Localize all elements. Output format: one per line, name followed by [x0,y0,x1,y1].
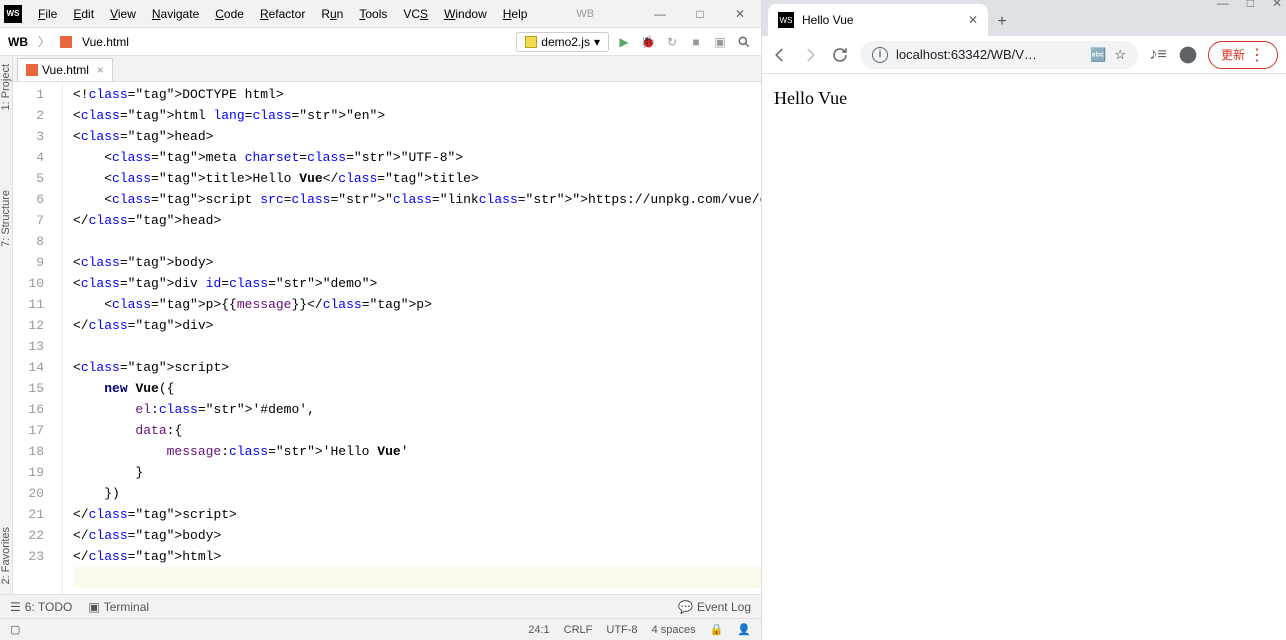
maximize-icon[interactable]: □ [1247,0,1254,10]
browser-window-controls: — □ ✕ [1217,0,1282,10]
status-position[interactable]: 24:1 [528,624,549,636]
new-tab-button[interactable]: + [988,8,1016,36]
status-eol[interactable]: CRLF [564,624,593,636]
site-info-icon[interactable]: i [872,47,888,63]
html-file-icon [26,64,38,76]
browser-tab-strip: — □ ✕ WS Hello Vue ✕ + [762,0,1286,36]
tool-todo[interactable]: ☰ 6: TODO [10,600,72,614]
address-bar[interactable]: i localhost:63342/WB/V… 🔤 ☆ [860,41,1138,69]
terminal-icon: ▣ [88,600,99,614]
browser-window: — □ ✕ WS Hello Vue ✕ + i localhost:63342… [762,0,1286,640]
update-button[interactable]: 更新 ⋮ [1208,41,1278,69]
inspector-icon[interactable]: 👤 [737,623,751,636]
todo-label: 6: TODO [25,600,73,614]
tool-project[interactable]: 1: Project [0,64,12,110]
favicon-icon: WS [778,12,794,28]
tab-close-icon[interactable]: ✕ [968,13,978,27]
close-icon[interactable]: ✕ [1272,0,1282,10]
editor-tabs: Vue.html × [13,56,761,82]
ide-main: 1: Project 7: Structure 2: Favorites Vue… [0,56,761,594]
menu-file[interactable]: File [30,3,65,25]
terminal-label: Terminal [104,600,149,614]
status-encoding[interactable]: UTF-8 [606,624,637,636]
tool-event-log[interactable]: 💬 Event Log [678,600,751,614]
browser-tab[interactable]: WS Hello Vue ✕ [768,4,988,36]
forward-icon[interactable] [800,45,820,65]
menu-navigate[interactable]: Navigate [144,3,207,25]
menu-edit[interactable]: Edit [65,3,102,25]
bottom-tool-bar: ☰ 6: TODO ▣ Terminal 💬 Event Log [0,594,761,618]
stop-icon[interactable]: ■ [687,33,705,51]
lock-icon[interactable]: 🔒 [710,623,724,636]
profile-icon[interactable] [1178,45,1198,65]
close-icon[interactable]: ✕ [723,3,757,25]
update-label: 更新 [1221,46,1245,63]
media-icon[interactable]: ♪≡ [1148,45,1168,65]
breadcrumb-root[interactable]: WB [8,35,28,49]
editor-area: Vue.html × 12345678910111213141516171819… [13,56,761,594]
menu-code[interactable]: Code [207,3,252,25]
breadcrumb-file[interactable]: Vue.html [82,35,129,49]
run-config-selector[interactable]: demo2.js ▾ [516,32,609,52]
titlebar-project: WB [576,8,594,20]
breadcrumb-sep-icon: 〉 [38,33,50,50]
tool-window-bar-left: 1: Project 7: Structure 2: Favorites [0,56,13,594]
code-content[interactable]: <!class="tag">DOCTYPE html><class="tag">… [63,82,761,594]
minimize-icon[interactable]: — [643,3,677,25]
search-icon[interactable] [735,33,753,51]
editor-tab-label: Vue.html [42,63,89,77]
window-controls: — □ ✕ [643,3,757,25]
tool-structure[interactable]: 7: Structure [0,190,12,247]
editor-tab-vue[interactable]: Vue.html × [17,58,113,81]
ide-window: WS File Edit View Navigate Code Refactor… [0,0,762,640]
event-log-icon: 💬 [678,600,693,614]
todo-icon: ☰ [10,600,21,614]
browser-toolbar: i localhost:63342/WB/V… 🔤 ☆ ♪≡ 更新 ⋮ [762,36,1286,74]
event-log-label: Event Log [697,600,751,614]
menu-window[interactable]: Window [436,3,495,25]
ide-logo-icon: WS [4,5,22,23]
menu-run[interactable]: Run [313,3,351,25]
menu-refactor[interactable]: Refactor [252,3,313,25]
ide-toolbar: WB 〉 Vue.html demo2.js ▾ ▶ 🐞 ↻ ■ ▣ [0,28,761,56]
layout-icon[interactable]: ▣ [711,33,729,51]
star-icon[interactable]: ☆ [1114,47,1126,63]
kebab-icon: ⋮ [1249,45,1265,65]
menu-tools[interactable]: Tools [351,3,395,25]
tool-favorites[interactable]: 2: Favorites [0,527,12,584]
reload-icon[interactable] [830,45,850,65]
minimize-icon[interactable]: — [1217,0,1229,10]
status-indent[interactable]: 4 spaces [652,624,696,636]
status-context-icon[interactable]: ▢ [10,623,20,636]
translate-icon[interactable]: 🔤 [1090,47,1106,63]
dropdown-icon: ▾ [594,35,600,49]
ide-titlebar: WS File Edit View Navigate Code Refactor… [0,0,761,28]
browser-tab-title: Hello Vue [802,13,854,27]
html-file-icon [60,36,72,48]
status-bar: ▢ 24:1 CRLF UTF-8 4 spaces 🔒 👤 [0,618,761,640]
run-icon[interactable]: ▶ [615,33,633,51]
coverage-icon[interactable]: ↻ [663,33,681,51]
back-icon[interactable] [770,45,790,65]
run-config-label: demo2.js [541,35,590,49]
menu-bar: File Edit View Navigate Code Refactor Ru… [30,3,535,25]
page-content: Hello Vue [762,74,1286,640]
tool-terminal[interactable]: ▣ Terminal [88,600,149,614]
line-gutter: 1234567891011121314151617181920212223 [13,82,63,594]
url-text: localhost:63342/WB/V… [896,47,1037,62]
tab-close-icon[interactable]: × [97,63,104,77]
js-file-icon [525,36,537,48]
code-editor[interactable]: 1234567891011121314151617181920212223 <!… [13,82,761,594]
menu-vcs[interactable]: VCS [395,3,436,25]
menu-help[interactable]: Help [495,3,536,25]
maximize-icon[interactable]: □ [683,3,717,25]
page-text: Hello Vue [774,88,847,108]
menu-view[interactable]: View [102,3,144,25]
debug-icon[interactable]: 🐞 [639,33,657,51]
